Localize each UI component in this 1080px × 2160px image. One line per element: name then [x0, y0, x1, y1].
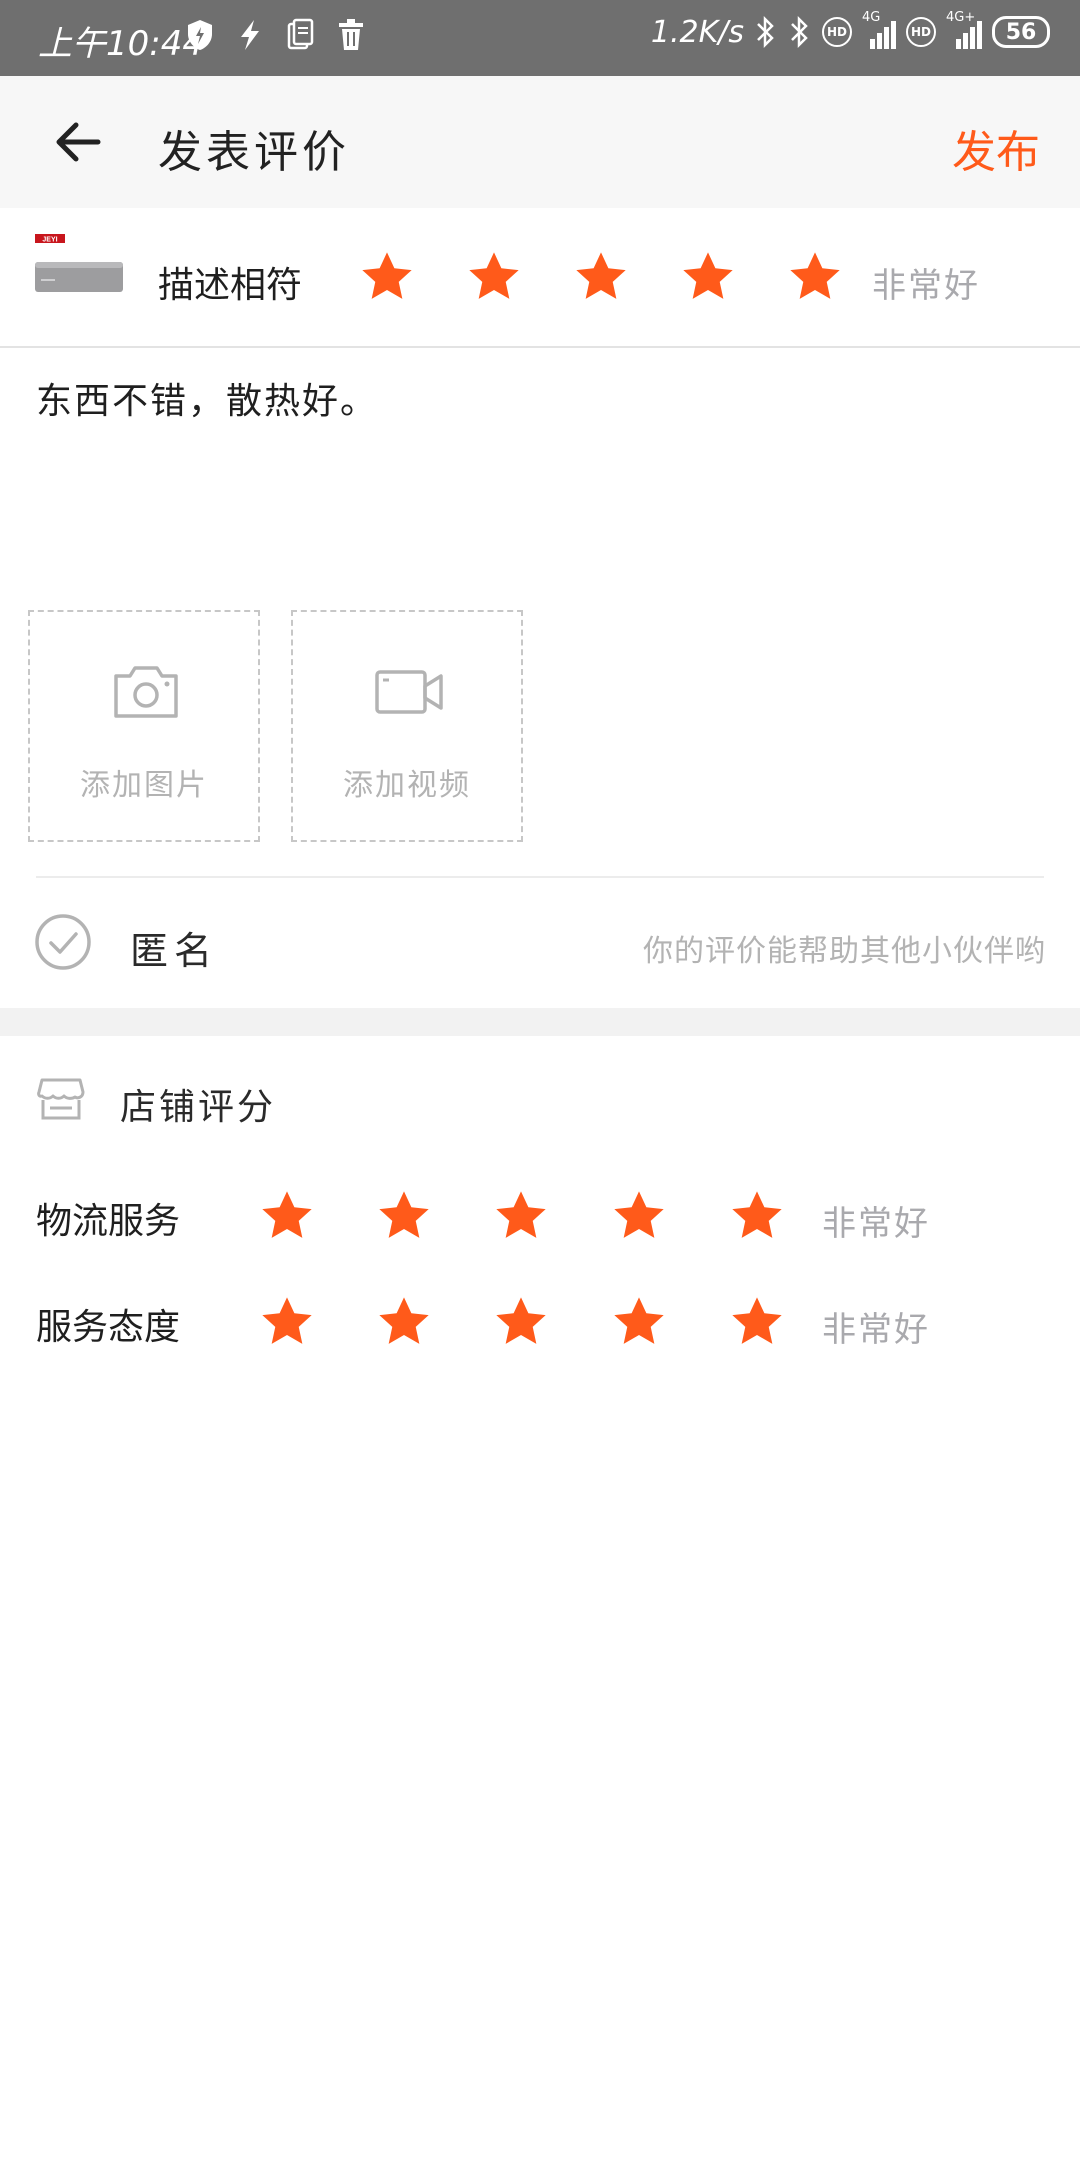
anonymous-check-icon[interactable]	[34, 913, 92, 971]
star-icon[interactable]	[492, 1187, 550, 1245]
bluetooth-icon	[757, 15, 774, 49]
star-icon[interactable]	[258, 1293, 316, 1351]
header-bar: 发表评价 发布	[0, 76, 1080, 208]
description-rating-text: 非常好	[872, 266, 980, 306]
add-photo-button[interactable]: 添加图片	[28, 610, 260, 842]
divider	[36, 876, 1044, 878]
star-icon[interactable]	[610, 1187, 668, 1245]
bluetooth-icon-2	[791, 15, 808, 49]
section-separator	[0, 1008, 1080, 1036]
product-brand-text: JEYI	[42, 237, 57, 244]
review-text-input[interactable]: 东西不错，散热好。	[36, 372, 378, 424]
star-icon[interactable]	[358, 248, 416, 306]
network-type-2: 4G+	[946, 10, 976, 25]
video-camera-icon	[375, 670, 443, 714]
logistics-rating-label: 物流服务	[36, 1201, 181, 1242]
add-photo-label: 添加图片	[80, 768, 208, 803]
product-rating-row: JEYI 描述相符 非常好	[0, 208, 1080, 348]
star-icon[interactable]	[375, 1187, 433, 1245]
camera-icon	[114, 666, 178, 718]
star-icon[interactable]	[258, 1187, 316, 1245]
publish-button[interactable]: 发布	[952, 116, 1040, 180]
status-time: 上午10:44	[38, 24, 204, 64]
signal-2: 4G+	[946, 11, 982, 49]
anonymous-label[interactable]: 匿名	[130, 920, 218, 975]
hd-icon-2: HD	[906, 17, 936, 47]
add-video-button[interactable]: 添加视频	[291, 610, 523, 842]
star-icon[interactable]	[728, 1187, 786, 1245]
product-thumbnail: JEYI	[35, 234, 123, 292]
signal-1: 4G	[862, 11, 896, 49]
hd-icon: HD	[822, 17, 852, 47]
status-bar: 上午10:44 1.2K/s HD 4G HD 4G+ 56	[0, 0, 1080, 76]
star-icon[interactable]	[572, 248, 630, 306]
star-icon[interactable]	[610, 1293, 668, 1351]
star-icon[interactable]	[465, 248, 523, 306]
flash-icon	[241, 20, 259, 50]
back-arrow-icon[interactable]	[50, 114, 106, 170]
logistics-rating-text: 非常好	[822, 1204, 930, 1244]
net-speed: 1.2K/s	[650, 14, 744, 50]
service-rating-label: 服务态度	[36, 1307, 181, 1348]
anonymous-hint: 你的评价能帮助其他小伙伴哟	[643, 934, 1046, 969]
service-rating-text: 非常好	[822, 1310, 930, 1350]
description-rating-label: 描述相符	[158, 265, 303, 306]
page-title: 发表评价	[158, 127, 350, 178]
trash-icon	[339, 19, 363, 50]
battery-icon: 56	[992, 16, 1050, 48]
store-icon	[37, 1078, 85, 1120]
star-icon[interactable]	[492, 1293, 550, 1351]
status-notification-icons	[185, 18, 365, 52]
status-system-icons: 1.2K/s HD 4G HD 4G+ 56	[650, 11, 1050, 50]
store-rating-title: 店铺评分	[120, 1087, 277, 1128]
star-icon[interactable]	[728, 1293, 786, 1351]
add-video-label: 添加视频	[343, 768, 471, 803]
clipboard-icon	[287, 18, 314, 50]
star-icon[interactable]	[786, 248, 844, 306]
star-icon[interactable]	[375, 1293, 433, 1351]
star-icon[interactable]	[679, 248, 737, 306]
shield-icon	[188, 20, 212, 50]
network-type-1: 4G	[862, 10, 881, 25]
